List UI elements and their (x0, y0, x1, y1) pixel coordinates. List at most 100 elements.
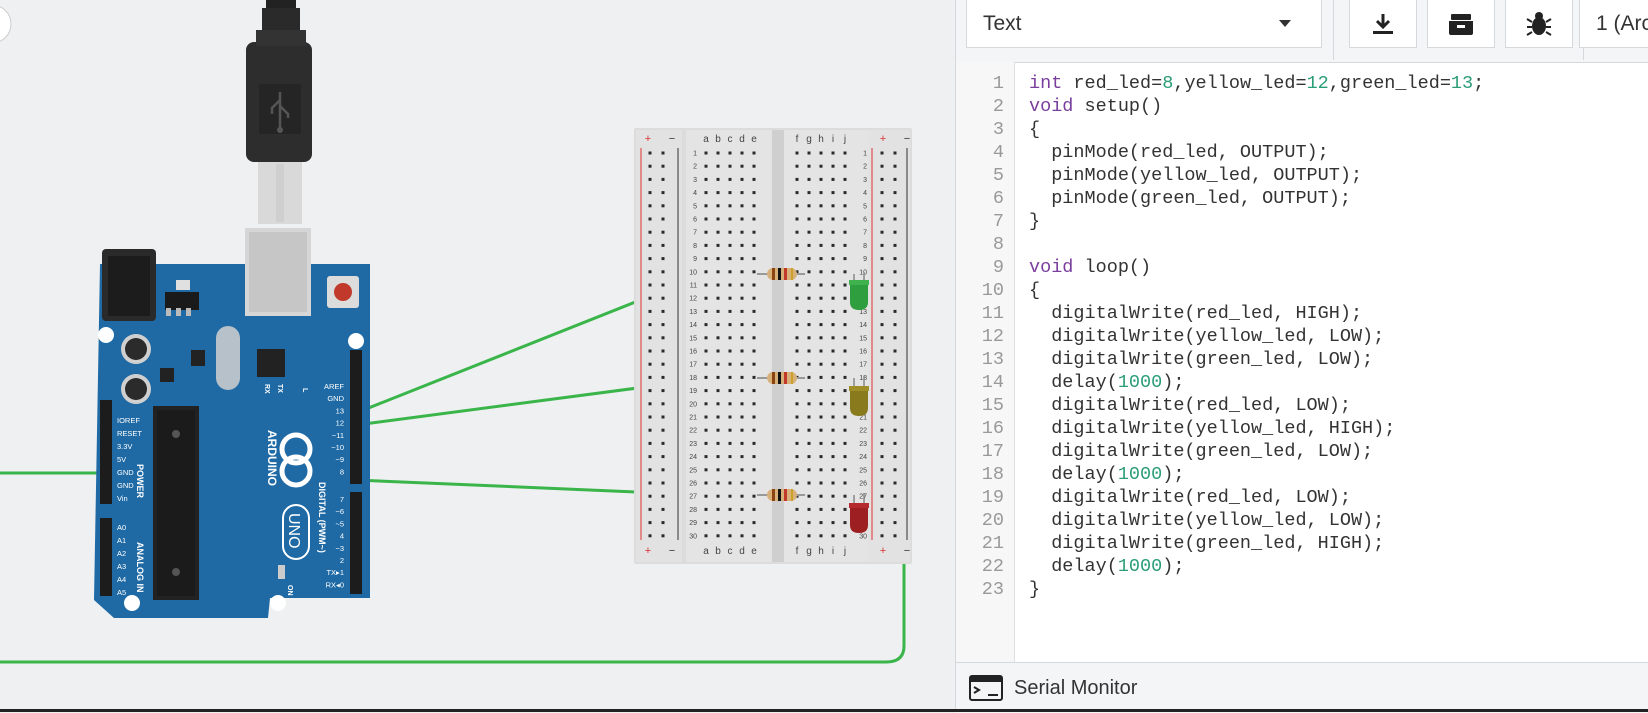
breadboard-hole[interactable] (831, 283, 835, 287)
breadboard-hole[interactable] (807, 151, 811, 155)
breadboard-hole[interactable] (843, 323, 847, 327)
breadboard-hole[interactable] (728, 309, 732, 313)
breadboard-hole[interactable] (704, 375, 708, 379)
breadboard-hole[interactable] (704, 521, 708, 525)
breadboard-hole[interactable] (728, 468, 732, 472)
breadboard-hole[interactable] (648, 283, 652, 287)
breadboard-hole[interactable] (752, 507, 756, 511)
breadboard-hole[interactable] (795, 507, 799, 511)
download-button[interactable] (1349, 0, 1417, 48)
breadboard-hole[interactable] (728, 151, 732, 155)
breadboard-hole[interactable] (704, 389, 708, 393)
breadboard-hole[interactable] (648, 309, 652, 313)
breadboard-hole[interactable] (728, 191, 732, 195)
breadboard-hole[interactable] (704, 296, 708, 300)
breadboard-hole[interactable] (752, 309, 756, 313)
breadboard-hole[interactable] (704, 362, 708, 366)
breadboard-hole[interactable] (843, 204, 847, 208)
breadboard-hole[interactable] (716, 455, 720, 459)
breadboard-hole[interactable] (740, 441, 744, 445)
breadboard-hole[interactable] (740, 204, 744, 208)
breadboard-hole[interactable] (831, 177, 835, 181)
breadboard-hole[interactable] (819, 257, 823, 261)
breadboard-hole[interactable] (807, 468, 811, 472)
breadboard-hole[interactable] (648, 494, 652, 498)
breadboard-hole[interactable] (704, 428, 708, 432)
breadboard-hole[interactable] (880, 428, 884, 432)
breadboard-hole[interactable] (807, 191, 811, 195)
breadboard-hole[interactable] (740, 164, 744, 168)
breadboard-hole[interactable] (831, 468, 835, 472)
breadboard-hole[interactable] (831, 415, 835, 419)
breadboard-hole[interactable] (728, 230, 732, 234)
breadboard-hole[interactable] (661, 402, 665, 406)
breadboard-hole[interactable] (661, 323, 665, 327)
breadboard-hole[interactable] (661, 217, 665, 221)
breadboard-hole[interactable] (740, 177, 744, 181)
breadboard-hole[interactable] (740, 402, 744, 406)
breadboard-hole[interactable] (893, 323, 897, 327)
breadboard-hole[interactable] (843, 151, 847, 155)
breadboard-hole[interactable] (661, 415, 665, 419)
breadboard-hole[interactable] (831, 507, 835, 511)
breadboard-hole[interactable] (795, 164, 799, 168)
breadboard-hole[interactable] (831, 191, 835, 195)
breadboard-hole[interactable] (648, 402, 652, 406)
breadboard-hole[interactable] (740, 151, 744, 155)
breadboard-hole[interactable] (843, 455, 847, 459)
breadboard-hole[interactable] (648, 455, 652, 459)
breadboard-hole[interactable] (843, 164, 847, 168)
breadboard-hole[interactable] (740, 521, 744, 525)
breadboard-hole[interactable] (704, 270, 708, 274)
breadboard-hole[interactable] (795, 415, 799, 419)
breadboard-hole[interactable] (819, 349, 823, 353)
breadboard-hole[interactable] (807, 323, 811, 327)
breadboard-hole[interactable] (648, 521, 652, 525)
breadboard-hole[interactable] (752, 349, 756, 353)
breadboard-hole[interactable] (807, 534, 811, 538)
breadboard-hole[interactable] (752, 521, 756, 525)
breadboard-hole[interactable] (893, 534, 897, 538)
breadboard-hole[interactable] (893, 191, 897, 195)
breadboard-hole[interactable] (661, 204, 665, 208)
breadboard-hole[interactable] (819, 230, 823, 234)
breadboard-hole[interactable] (648, 191, 652, 195)
breadboard-hole[interactable] (728, 507, 732, 511)
breadboard-hole[interactable] (819, 362, 823, 366)
breadboard-hole[interactable] (728, 283, 732, 287)
breadboard-hole[interactable] (807, 389, 811, 393)
breadboard-hole[interactable] (648, 257, 652, 261)
breadboard-hole[interactable] (795, 441, 799, 445)
breadboard-hole[interactable] (880, 243, 884, 247)
breadboard-hole[interactable] (752, 270, 756, 274)
breadboard-hole[interactable] (880, 362, 884, 366)
breadboard-hole[interactable] (740, 257, 744, 261)
breadboard-hole[interactable] (661, 349, 665, 353)
breadboard-hole[interactable] (807, 336, 811, 340)
breadboard-hole[interactable] (704, 441, 708, 445)
breadboard-hole[interactable] (752, 455, 756, 459)
circuit-canvas[interactable]: ARDUINO UNO ON TX RX L POWER ANALOG IN D… (0, 0, 955, 712)
breadboard-hole[interactable] (893, 336, 897, 340)
breadboard-hole[interactable] (704, 164, 708, 168)
breadboard-hole[interactable] (716, 270, 720, 274)
breadboard-hole[interactable] (648, 507, 652, 511)
breadboard-hole[interactable] (728, 362, 732, 366)
breadboard-hole[interactable] (704, 534, 708, 538)
breadboard-hole[interactable] (831, 270, 835, 274)
breadboard-hole[interactable] (819, 441, 823, 445)
breadboard-hole[interactable] (704, 349, 708, 353)
breadboard-hole[interactable] (831, 362, 835, 366)
breadboard-hole[interactable] (819, 217, 823, 221)
breadboard-hole[interactable] (752, 494, 756, 498)
breadboard-hole[interactable] (661, 507, 665, 511)
breadboard-hole[interactable] (740, 336, 744, 340)
breadboard-hole[interactable] (807, 362, 811, 366)
breadboard-hole[interactable] (728, 455, 732, 459)
breadboard-hole[interactable] (704, 415, 708, 419)
breadboard-hole[interactable] (880, 217, 884, 221)
breadboard-hole[interactable] (819, 151, 823, 155)
breadboard-hole[interactable] (716, 257, 720, 261)
breadboard-hole[interactable] (752, 243, 756, 247)
breadboard-hole[interactable] (880, 177, 884, 181)
